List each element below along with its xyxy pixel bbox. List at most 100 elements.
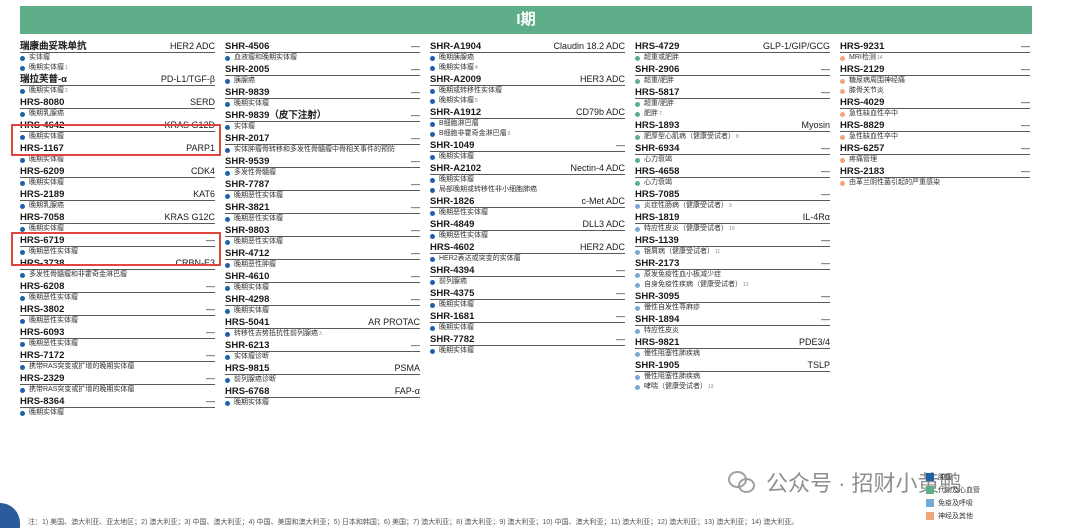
indication-text: 疼痛管理	[849, 156, 877, 163]
indication-text: 晚期实体瘤	[29, 179, 64, 186]
pipeline-entry: HRS-6768 FAP-α 晚期实体瘤	[225, 385, 420, 408]
drug-code: 瑞康曲妥珠单抗	[20, 41, 87, 52]
drug-code: HRS-8080	[20, 97, 65, 108]
drug-code: SHR-3821	[225, 202, 270, 213]
indication-text: 超重/肥胖	[644, 77, 674, 84]
indication: 晚期实体瘤	[430, 300, 625, 310]
bullet-icon	[635, 351, 640, 357]
drug-target: Myosin	[801, 120, 830, 130]
indication: 血液瘤和晚期实体瘤	[225, 53, 420, 63]
entry-header: HRS-8080 SERD	[20, 96, 215, 109]
pipeline-entry: HRS-2183 — 由革兰阴性菌引起的严重感染	[840, 165, 1030, 188]
bullet-icon	[225, 285, 230, 291]
drug-code: SHR-A1904	[430, 41, 482, 52]
entry-header: HRS-1819 IL-4Rα	[635, 211, 830, 224]
drug-target: —	[1021, 120, 1030, 130]
indication: 实体瘤	[20, 53, 215, 63]
entry-header: SHR-9539 —	[225, 155, 420, 168]
footnote-ref: 5	[475, 98, 478, 104]
bullet-icon	[430, 302, 435, 308]
indication: 晚期胰腺癌	[430, 53, 625, 63]
bullet-icon	[635, 78, 640, 84]
pipeline-entry: SHR-1681 — 晚期实体瘤	[430, 310, 625, 333]
indication: 心力衰竭	[635, 155, 830, 165]
legend-item: 代谢及心血管	[926, 483, 980, 496]
pipeline-entry: SHR-9839 — 晚期实体瘤	[225, 86, 420, 109]
indication: 超重/肥胖	[635, 99, 830, 109]
drug-code: SHR-9839（皮下注射）	[225, 110, 327, 121]
footnote-ref: 3	[319, 331, 322, 337]
indication: 心力衰竭	[635, 178, 830, 188]
pipeline-entry: HRS-8080 SERD 晚期乳腺癌	[20, 96, 215, 119]
pipeline-entry: SHR-4394 — 前列腺癌	[430, 264, 625, 287]
drug-target: —	[411, 248, 420, 258]
pipeline-entry: SHR-2906 — 超重/肥胖	[635, 63, 830, 86]
pipeline-entry: HRS-4658 — 心力衰竭	[635, 165, 830, 188]
drug-target: IL-4Rα	[802, 212, 830, 222]
indication-text: 实体瘤	[29, 54, 50, 61]
drug-target: —	[411, 156, 420, 166]
bullet-icon	[225, 78, 230, 84]
indication: B细胞非霍奇金淋巴瘤 6	[430, 129, 625, 139]
drug-target: DLL3 ADC	[582, 219, 625, 229]
indication-text: 超重或肥胖	[644, 54, 679, 61]
drug-target: —	[821, 166, 830, 176]
legend-label: 免疫及呼吸	[938, 499, 973, 507]
entry-header: SHR-4298 —	[225, 293, 420, 306]
indication-text: 晚期恶性实体瘤	[29, 340, 78, 347]
drug-target: —	[821, 258, 830, 268]
bullet-icon	[225, 193, 230, 199]
entry-header: SHR-1049 —	[430, 139, 625, 152]
indication: 晚期恶性实体瘤	[430, 231, 625, 241]
entry-header: SHR-1681 —	[430, 310, 625, 323]
indication-text: 肥胖	[644, 110, 658, 117]
wechat-icon	[728, 471, 758, 493]
indication: 晚期实体瘤	[430, 346, 625, 356]
indication-text: HER2表达或突变的实体瘤	[439, 255, 521, 262]
entry-header: SHR-A2009 HER3 ADC	[430, 73, 625, 86]
indication: 晚期恶性实体瘤	[430, 208, 625, 218]
entry-header: SHR-4375 —	[430, 287, 625, 300]
pipeline-entry: HRS-1139 — 银屑病（健康受试者） 11	[635, 234, 830, 257]
pipeline-entry: HRS-4029 — 急性缺血性卒中	[840, 96, 1030, 119]
indication: 晚期恶性肿瘤	[225, 260, 420, 270]
bullet-icon	[430, 177, 435, 183]
drug-target: HER3 ADC	[579, 74, 625, 84]
indication-text: 多发性骨髓瘤	[234, 169, 276, 176]
entry-header: SHR-4506 —	[225, 40, 420, 53]
indication: 晚期实体瘤 2	[20, 86, 215, 96]
footnote-ref: 13	[708, 384, 714, 390]
drug-target: GLP-1/GIP/GCG	[762, 41, 830, 51]
drug-code: SHR-2906	[635, 64, 680, 75]
bullet-icon	[20, 180, 25, 186]
indication-text: 特应性皮炎	[644, 327, 679, 334]
entry-header: SHR-3095 —	[635, 290, 830, 303]
entry-header: SHR-9803 —	[225, 224, 420, 237]
drug-code: SHR-4375	[430, 288, 475, 299]
drug-code: SHR-2005	[225, 64, 270, 75]
drug-code: SHR-1826	[430, 196, 475, 207]
bullet-icon	[430, 98, 435, 104]
drug-code: HRS-8829	[840, 120, 885, 131]
pipeline-entry: 瑞康曲妥珠单抗 HER2 ADC 实体瘤 晚期实体瘤 1	[20, 40, 215, 73]
indication-text: 糖尿病周围神经痛	[849, 77, 905, 84]
entry-header: HRS-1139 —	[635, 234, 830, 247]
pipeline-entry: HRS-5817 — 超重/肥胖 肥胖 7	[635, 86, 830, 119]
pipeline-entry: HRS-9815 PSMA 前列腺癌诊断	[225, 362, 420, 385]
drug-code: HRS-4729	[635, 41, 680, 52]
indication: 自身免疫性疾病（健康受试者） 12	[635, 280, 830, 290]
drug-target: —	[411, 294, 420, 304]
bullet-icon	[430, 65, 435, 71]
indication-text: 晚期实体瘤	[234, 399, 269, 406]
bullet-icon	[840, 111, 845, 117]
pipeline-entry: 瑞拉芙普-α PD-L1/TGF-β 晚期实体瘤 2	[20, 73, 215, 96]
pipeline-entry: SHR-1049 — 晚期实体瘤	[430, 139, 625, 162]
indication: 晚期恶性实体瘤	[20, 316, 215, 326]
indication: 晚期恶性实体瘤	[20, 293, 215, 303]
indication-text: 晚期实体瘤	[29, 87, 64, 94]
indication-text: 实体瘤诊断	[234, 353, 269, 360]
pipeline-entry: SHR-4610 — 晚期实体瘤	[225, 270, 420, 293]
drug-target: —	[206, 327, 215, 337]
drug-target: —	[206, 304, 215, 314]
indication-text: 晚期实体瘤	[234, 100, 269, 107]
